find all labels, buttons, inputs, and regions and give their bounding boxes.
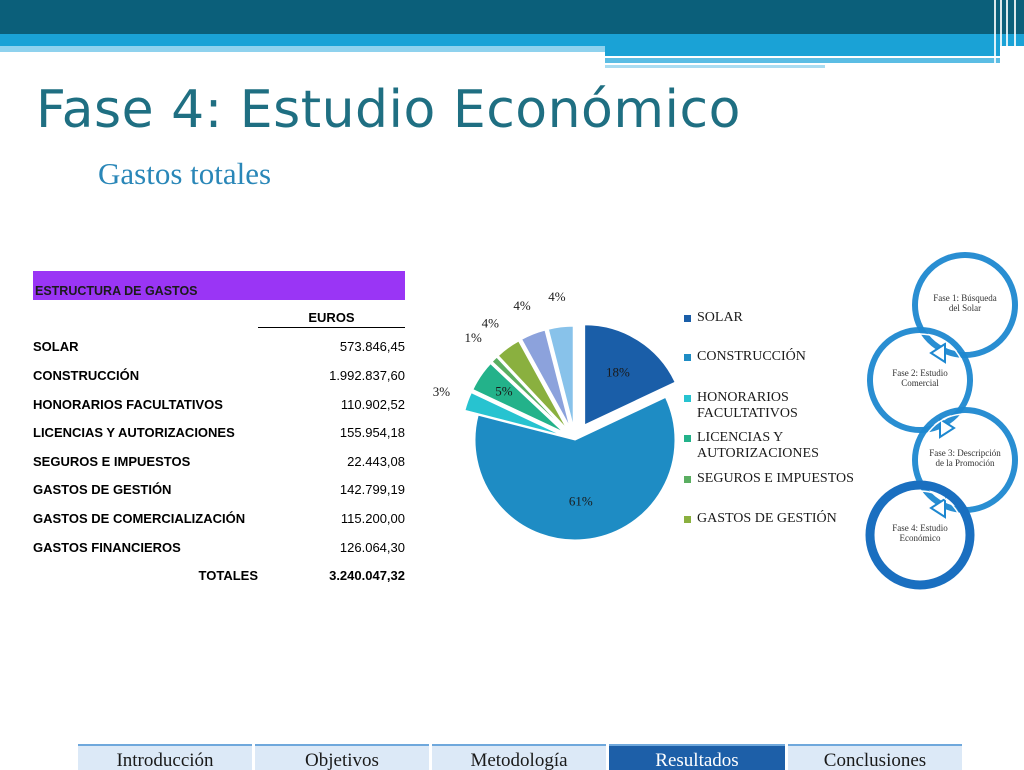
table-row: LICENCIAS Y AUTORIZACIONES 155.954,18 <box>33 425 405 445</box>
row-value: 573.846,45 <box>339 339 405 354</box>
pie-slice-label: 1% <box>465 330 483 345</box>
legend-swatch <box>684 516 691 523</box>
header-strip <box>605 46 1000 56</box>
row-value: 115.200,00 <box>340 511 405 526</box>
header-vertical-lines <box>990 0 1024 68</box>
nav-tab-objetivos[interactable]: Objetivos <box>255 744 429 770</box>
legend-swatch <box>684 435 691 442</box>
header-light-band <box>0 46 605 52</box>
table-row: GASTOS DE GESTIÓN 142.799,19 <box>33 482 405 502</box>
cycle-step-label: Fase 2: Estudio <box>892 368 948 378</box>
legend-swatch <box>684 476 691 483</box>
row-label: SOLAR <box>33 339 79 354</box>
cycle-step-label: del Solar <box>949 303 981 313</box>
header-band <box>0 0 1024 34</box>
pie-slice-label: 5% <box>495 384 513 399</box>
row-value: 22.443,08 <box>347 454 405 469</box>
slide-subtitle: Gastos totales <box>98 156 272 191</box>
legend-label: GASTOS DE GESTIÓN <box>697 511 837 526</box>
cycle-step-label: Comercial <box>901 378 939 388</box>
table-total-label: TOTALES <box>198 568 258 583</box>
cycle-step-label: de la Promoción <box>936 458 995 468</box>
pie-slice-label: 4% <box>482 316 500 331</box>
header-accent-band <box>0 34 1024 46</box>
header-strip <box>605 58 1000 63</box>
nav-tab-resultados[interactable]: Resultados <box>609 744 785 770</box>
phase-cycle-diagram: Fase 1: Búsquedadel Solar Fase 2: Estudio… <box>865 252 1018 590</box>
table-row: CONSTRUCCIÓN 1.992.837,60 <box>33 368 405 388</box>
cycle-step-label: Fase 3: Descripción <box>929 448 1001 458</box>
table-row: SEGUROS E IMPUESTOS 22.443,08 <box>33 454 405 474</box>
pie-slice-label: 18% <box>606 364 630 379</box>
legend-label: CONSTRUCCIÓN <box>697 349 806 364</box>
row-label: HONORARIOS FACULTATIVOS <box>33 397 223 412</box>
pie-slice-label: 3% <box>433 384 451 399</box>
pie-slice-label: 61% <box>569 494 593 509</box>
nav-tab-introduccion[interactable]: Introducción <box>78 744 252 770</box>
legend-label: SOLAR <box>697 310 743 325</box>
legend-swatch <box>684 315 691 322</box>
row-value: 142.799,19 <box>339 482 405 497</box>
row-label: GASTOS FINANCIEROS <box>33 540 181 555</box>
legend-label: LICENCIAS Y AUTORIZACIONES <box>697 430 819 461</box>
row-value: 110.902,52 <box>340 397 405 412</box>
pie-slice-label: 4% <box>513 298 531 313</box>
table-row: GASTOS FINANCIEROS 126.064,30 <box>33 540 405 560</box>
table-header-label: ESTRUCTURA DE GASTOS <box>35 284 198 298</box>
table-column-label: EUROS <box>258 310 405 328</box>
nav-tab-metodologia[interactable]: Metodología <box>432 744 606 770</box>
table-header: ESTRUCTURA DE GASTOS <box>33 271 405 300</box>
table-row: HONORARIOS FACULTATIVOS 110.902,52 <box>33 397 405 417</box>
legend-label: SEGUROS E IMPUESTOS <box>697 471 854 486</box>
header-strip <box>605 65 825 68</box>
legend-swatch <box>684 395 691 402</box>
table-row: SOLAR 573.846,45 <box>33 339 405 359</box>
table-row: GASTOS DE COMERCIALIZACIÓN 115.200,00 <box>33 511 405 531</box>
row-label: CONSTRUCCIÓN <box>33 368 140 383</box>
nav-tab-conclusiones[interactable]: Conclusiones <box>788 744 962 770</box>
legend-swatch <box>684 354 691 361</box>
cycle-step-label: Fase 1: Búsqueda <box>933 293 997 303</box>
row-value: 155.954,18 <box>339 425 405 440</box>
row-label: GASTOS DE GESTIÓN <box>33 482 172 497</box>
row-value: 126.064,30 <box>339 540 405 555</box>
cycle-step-label: Fase 4: Estudio <box>892 523 948 533</box>
row-value: 1.992.837,60 <box>329 368 405 383</box>
legend-label: HONORARIOS FACULTATIVOS <box>697 390 798 421</box>
row-label: LICENCIAS Y AUTORIZACIONES <box>33 425 235 440</box>
table-total-value: 3.240.047,32 <box>329 568 405 583</box>
cycle-step-label: Económico <box>900 533 941 543</box>
slide-title: Fase 4: Estudio Económico <box>36 80 741 140</box>
expense-pie-chart: 18%61%3% 5%1%4%4%4% <box>433 289 676 541</box>
row-label: SEGUROS E IMPUESTOS <box>33 454 191 469</box>
row-label: GASTOS DE COMERCIALIZACIÓN <box>33 511 246 526</box>
pie-slice-label: 4% <box>548 289 566 304</box>
